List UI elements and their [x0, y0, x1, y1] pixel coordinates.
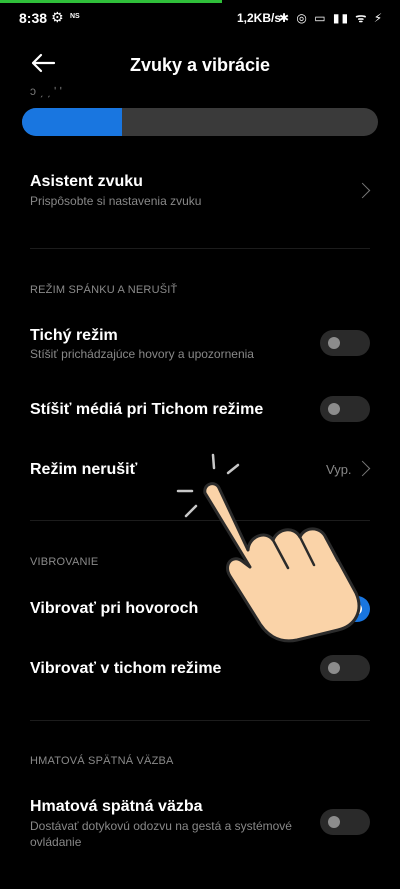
status-bar: 8:38 ⚙ NS 1,2KB/s ✱ ◎ ▭ ▮▮ ᯤ ⚡	[0, 6, 400, 30]
slider-label-cut: ɔ ˏ ˏ ʹ ʹ	[30, 84, 62, 98]
section-vibration: VIBROVANIE	[30, 556, 99, 568]
mute-media-toggle[interactable]	[320, 396, 370, 422]
volume-slider[interactable]	[22, 108, 378, 136]
section-sleep-dnd: REŽIM SPÁNKU A NERUŠIŤ	[30, 284, 178, 296]
tap-hand-icon	[176, 453, 361, 643]
status-icons: ✱ ◎ ▭ ▮▮ ᯤ ⚡	[279, 11, 385, 25]
haptic-subtitle-line2: ovládanie	[30, 835, 82, 849]
status-time: 8:38	[19, 10, 48, 26]
sound-assistant-title: Asistent zvuku	[30, 173, 143, 190]
status-speed: 1,2KB/s	[237, 11, 282, 25]
chevron-right-icon	[354, 182, 371, 199]
toggle-knob	[328, 662, 340, 674]
divider	[30, 720, 370, 721]
haptic-toggle[interactable]	[320, 809, 370, 835]
divider	[30, 248, 370, 249]
toggle-knob	[328, 337, 340, 349]
haptic-subtitle-line1: Dostávať dotykovú odozvu na gestá a syst…	[30, 819, 292, 833]
header: Zvuky a vibrácie	[0, 40, 400, 90]
page-title: Zvuky a vibrácie	[129, 55, 271, 75]
toggle-knob	[328, 403, 340, 415]
gear-icon: ⚙	[51, 9, 64, 25]
section-haptic: HMATOVÁ SPÄTNÁ VÄZBA	[30, 755, 174, 767]
volume-slider-fill	[22, 108, 122, 136]
mute-media-title: Stíšiť médiá pri Tichom režime	[30, 401, 264, 418]
status-ns: NS	[70, 13, 80, 20]
sound-assistant-subtitle: Prispôsobte si nastavenia zvuku	[30, 194, 202, 208]
silent-mode-subtitle: Stíšiť prichádzajúce hovory a upozorneni…	[30, 347, 254, 361]
top-progress-line	[0, 0, 222, 3]
dnd-title: Režim nerušiť	[30, 461, 138, 478]
toggle-knob	[328, 816, 340, 828]
silent-mode-title: Tichý režim	[30, 327, 118, 344]
silent-mode-toggle[interactable]	[320, 330, 370, 356]
haptic-title: Hmatová spätná väzba	[30, 798, 203, 815]
vibrate-silent-toggle[interactable]	[320, 655, 370, 681]
vibrate-silent-title: Vibrovať v tichom režime	[30, 660, 222, 677]
